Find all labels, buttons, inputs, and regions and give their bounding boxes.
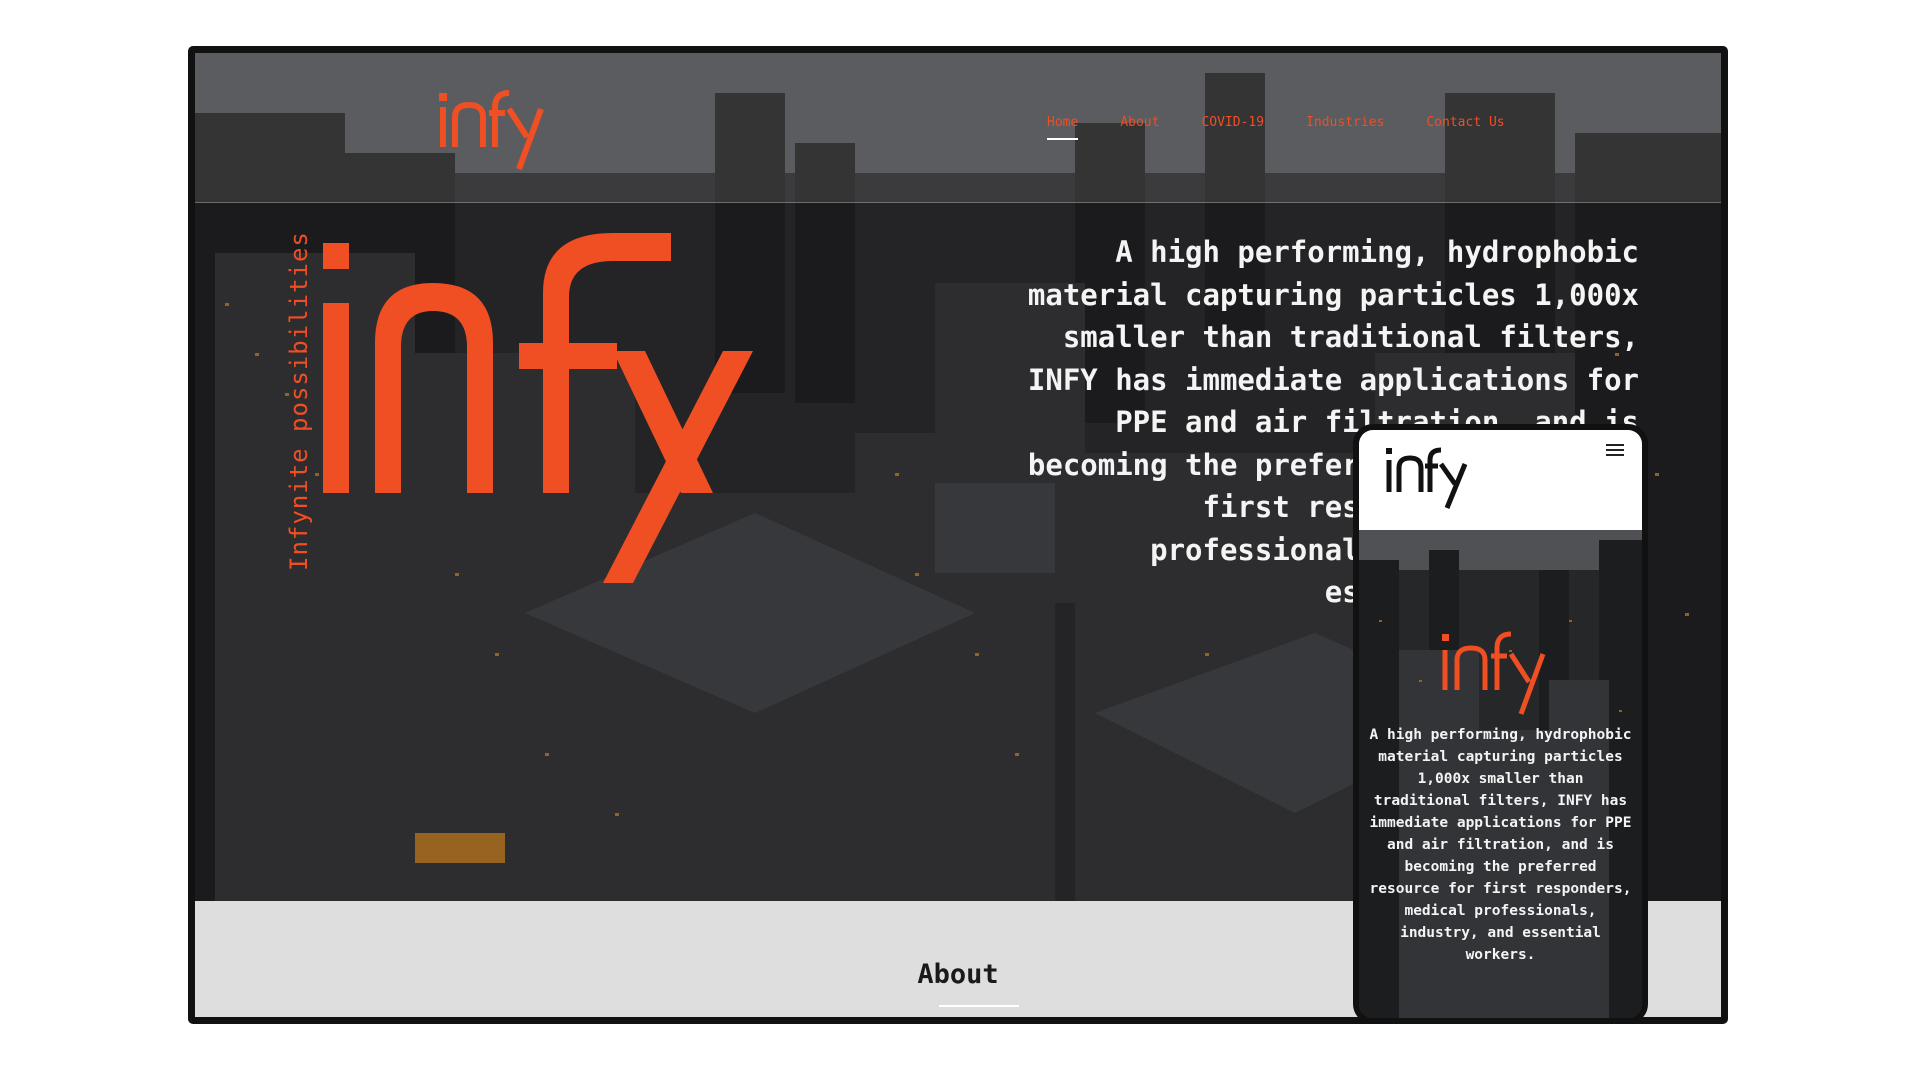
mobile-mockup: A high performing, hydrophobic material … [1353, 424, 1648, 1024]
nav-about[interactable]: About [1120, 115, 1159, 140]
nav-industries[interactable]: Industries [1306, 115, 1384, 140]
nav-covid-19[interactable]: COVID-19 [1201, 115, 1264, 140]
hero-tagline: Infynite possibilities [285, 231, 313, 571]
infy-logo[interactable] [435, 77, 555, 177]
about-underline [939, 1005, 1019, 1007]
nav-menu: Home About COVID-19 Industries Contact U… [1047, 115, 1547, 140]
infy-logo[interactable] [1383, 438, 1473, 512]
infy-large-logo [323, 233, 753, 583]
mobile-hero: A high performing, hydrophobic material … [1359, 530, 1642, 1018]
top-navbar: Home About COVID-19 Industries Contact U… [195, 53, 1721, 203]
mobile-header [1359, 430, 1642, 530]
nav-home[interactable]: Home [1047, 115, 1079, 140]
mobile-hero-description: A high performing, hydrophobic material … [1369, 727, 1632, 963]
nav-contact-us[interactable]: Contact Us [1426, 115, 1504, 140]
infy-mobile-large-logo [1442, 631, 1546, 715]
hamburger-icon[interactable] [1606, 444, 1624, 458]
